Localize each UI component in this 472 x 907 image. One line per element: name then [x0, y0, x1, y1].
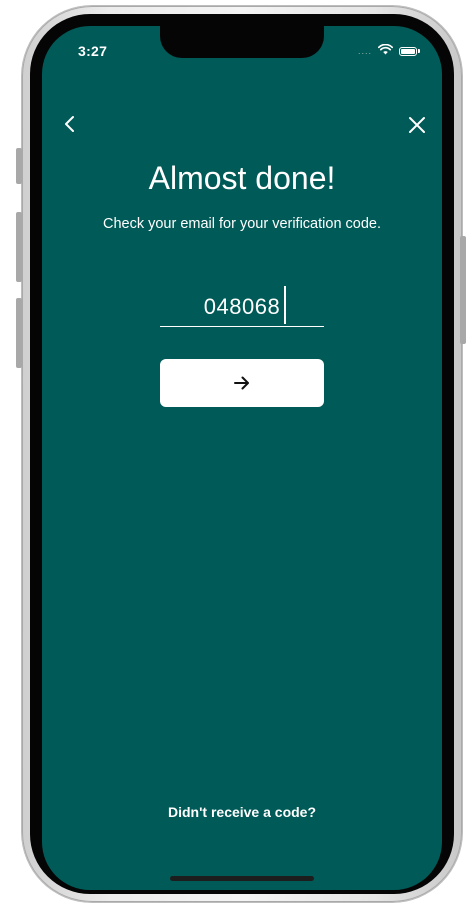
signal-indicator: .... — [357, 46, 372, 56]
resend-code-link[interactable]: Didn't receive a code? — [42, 804, 442, 820]
volume-down-button — [16, 298, 22, 368]
wifi-icon — [377, 42, 394, 60]
battery-icon — [399, 46, 417, 56]
mute-switch — [16, 148, 22, 184]
close-button[interactable] — [406, 114, 428, 136]
submit-code-button[interactable] — [160, 359, 324, 407]
verification-code-input[interactable]: 048068 — [160, 286, 324, 327]
home-indicator — [170, 876, 314, 881]
page-subtitle: Check your email for your verification c… — [102, 216, 382, 232]
chevron-left-icon — [65, 116, 74, 132]
notch — [160, 26, 324, 58]
app-screen: 3:27 .... Almost done! Check your email … — [42, 26, 442, 890]
text-caret — [284, 286, 286, 324]
close-icon — [409, 117, 425, 133]
back-button[interactable] — [58, 112, 82, 136]
volume-up-button — [16, 212, 22, 282]
status-indicators: .... — [358, 42, 420, 60]
status-time: 3:27 — [78, 43, 108, 59]
power-button — [460, 236, 466, 344]
verification-code-value[interactable]: 048068 — [160, 292, 324, 322]
battery-cap — [418, 49, 420, 53]
page-title: Almost done! — [148, 160, 336, 196]
arrow-right-icon — [234, 376, 249, 390]
